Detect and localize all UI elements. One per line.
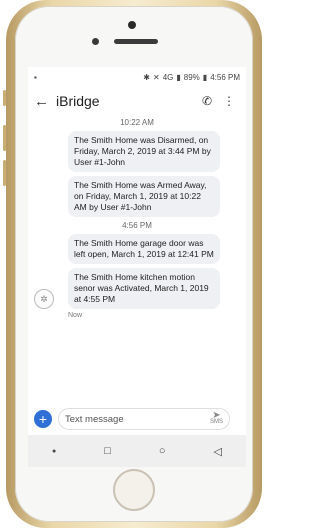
message-bubble[interactable]: The Smith Home garage door was left open… bbox=[68, 234, 220, 264]
timestamp: 10:22 AM bbox=[120, 118, 154, 127]
add-attachment-plus-icon[interactable]: + bbox=[34, 410, 52, 428]
back-triangle-icon[interactable]: ◁ bbox=[213, 445, 221, 458]
top-camera-icon bbox=[128, 21, 136, 29]
sender-avatar[interactable]: ✲ bbox=[34, 289, 54, 309]
message-bubble[interactable]: The Smith Home was Armed Away, on Friday… bbox=[68, 176, 220, 217]
nav-dot-icon: ● bbox=[51, 447, 57, 455]
front-camera-icon bbox=[92, 38, 99, 45]
message-list[interactable]: 10:22 AM The Smith Home was Disarmed, on… bbox=[28, 115, 246, 405]
mute-icon: ✕ bbox=[153, 72, 160, 82]
android-nav-bar: ● □ ○ ◁ bbox=[28, 435, 246, 467]
battery-icon: ▮ bbox=[202, 72, 208, 82]
more-options-icon[interactable]: ⋮ bbox=[218, 94, 240, 108]
bluetooth-icon: ✱ bbox=[143, 72, 150, 82]
notification-icon: ▪ bbox=[34, 72, 37, 82]
app-bar: ← iBridge ✆ ⋮ bbox=[28, 87, 246, 115]
battery-percent: 89% bbox=[183, 72, 200, 82]
send-label: SMS bbox=[209, 419, 223, 425]
recents-square-icon[interactable]: □ bbox=[104, 445, 111, 457]
text-message-input[interactable]: Text message ➤ SMS bbox=[58, 408, 230, 430]
volume-down-button bbox=[3, 160, 6, 186]
message-placeholder: Text message bbox=[65, 413, 124, 425]
send-icon: ➤ bbox=[212, 410, 221, 421]
message-bubble[interactable]: The Smith Home was Disarmed, on Friday, … bbox=[68, 131, 220, 172]
call-phone-icon[interactable]: ✆ bbox=[196, 94, 218, 108]
message-time-now: Now bbox=[68, 312, 83, 319]
volume-up-button bbox=[3, 125, 6, 151]
back-arrow-icon[interactable]: ← bbox=[34, 93, 52, 110]
status-time: 4:56 PM bbox=[210, 72, 240, 82]
status-bar: ▪ ✱ ✕ 4G ▮ 89% ▮ 4:56 PM bbox=[28, 67, 246, 87]
network-label: 4G bbox=[162, 72, 174, 82]
home-circle-icon[interactable]: ○ bbox=[159, 445, 166, 457]
message-row: ✲ The Smith Home kitchen motion senor wa… bbox=[28, 268, 246, 309]
home-button[interactable] bbox=[113, 469, 155, 511]
signal-icon: ▮ bbox=[176, 72, 181, 82]
compose-bar: + Text message ➤ SMS bbox=[28, 404, 246, 434]
phone-screen: ▪ ✱ ✕ 4G ▮ 89% ▮ 4:56 PM ← iBridge ✆ ⋮ 1… bbox=[28, 67, 246, 467]
earpiece-speaker bbox=[114, 39, 158, 44]
message-bubble[interactable]: The Smith Home kitchen motion senor was … bbox=[68, 268, 220, 309]
send-sms-button[interactable]: ➤ SMS bbox=[209, 410, 223, 426]
silent-switch bbox=[3, 90, 6, 106]
conversation-title: iBridge bbox=[56, 93, 100, 109]
timestamp: 4:56 PM bbox=[122, 221, 152, 230]
